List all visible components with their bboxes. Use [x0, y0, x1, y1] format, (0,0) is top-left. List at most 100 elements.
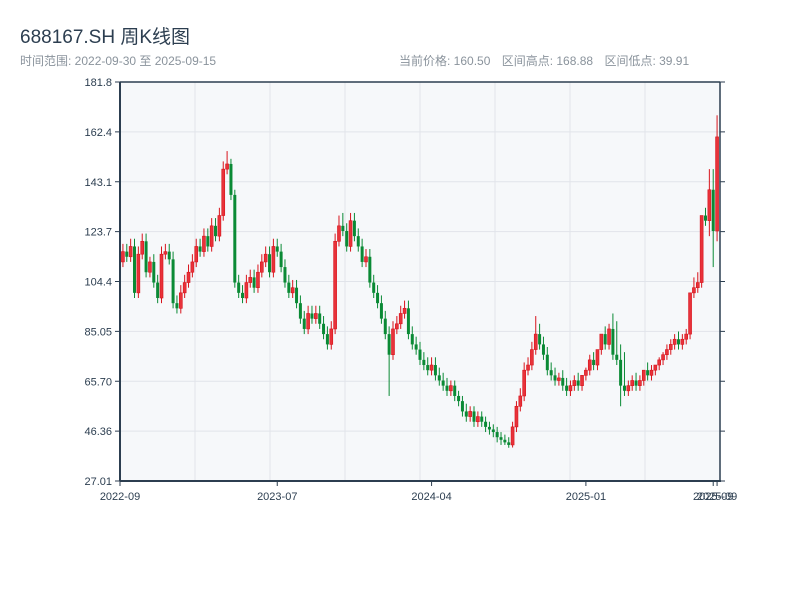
candle-down: [318, 313, 322, 324]
candle-up: [653, 364, 658, 371]
candle-up: [290, 287, 295, 294]
candle-up: [661, 354, 665, 361]
candle-down: [433, 365, 437, 376]
candle-up: [217, 215, 222, 237]
candle-down: [553, 375, 557, 381]
candle-up: [476, 416, 480, 423]
candle-down: [445, 385, 449, 391]
candle-down: [472, 411, 476, 422]
candle-down: [603, 334, 607, 345]
candle-down: [325, 334, 329, 345]
candle-up: [314, 313, 318, 319]
candle-up: [121, 251, 125, 263]
candle-down: [287, 282, 291, 293]
candle-down: [460, 401, 464, 412]
candle-down: [464, 411, 468, 417]
candle-up: [533, 333, 538, 350]
candlestick-chart: 181.8 162.4 143.1 123.7 104.4 85.05 65.70 46.36…: [84, 77, 737, 503]
candle-down: [503, 439, 507, 443]
candle-down: [487, 426, 491, 430]
x-tick-label: 2025-09: [697, 491, 737, 503]
candle-up: [584, 369, 588, 376]
candle-down: [356, 236, 360, 247]
y-tick-label: 162.4: [84, 127, 112, 139]
candle-down: [368, 256, 372, 283]
candle-down: [133, 246, 137, 293]
candle-down: [360, 246, 364, 262]
y-tick-label: 27.01: [84, 476, 112, 488]
y-tick-label: 46.36: [84, 426, 112, 438]
candle-up: [194, 246, 199, 263]
candle-up: [518, 395, 523, 407]
candle-down: [167, 251, 171, 260]
candle-up: [695, 282, 700, 288]
candle-down: [538, 334, 542, 345]
candle-down: [345, 230, 349, 247]
candle-down: [414, 344, 418, 350]
candle-down: [383, 318, 387, 335]
candle-up: [626, 385, 631, 392]
candle-down: [206, 236, 210, 247]
candle-up: [526, 364, 530, 371]
candle-down: [491, 429, 495, 433]
candle-up: [140, 241, 145, 255]
candle-down: [387, 334, 391, 355]
candle-up: [587, 359, 592, 371]
x-tick-label: 2025-01: [566, 491, 606, 503]
candle-down: [152, 261, 156, 283]
candle-up: [522, 369, 526, 397]
candle-down: [422, 359, 426, 366]
candle-down: [576, 380, 580, 386]
candle-up: [333, 241, 337, 330]
candle-down: [541, 344, 545, 355]
candle-up: [665, 349, 669, 356]
candle-down: [156, 282, 160, 299]
candle-up: [209, 225, 214, 247]
y-tick-label: 104.4: [84, 277, 112, 289]
candle-up: [186, 271, 191, 283]
candle-up: [429, 364, 434, 371]
candle-up: [329, 328, 334, 345]
candle-up: [449, 385, 453, 392]
candle-up: [680, 338, 685, 345]
candle-down: [144, 241, 148, 273]
candle-up: [630, 380, 634, 386]
candle-down: [453, 385, 457, 396]
candle-down: [592, 359, 596, 366]
candle-up: [221, 168, 226, 216]
candle-up: [699, 215, 704, 283]
candle-down: [418, 349, 422, 360]
candle-up: [715, 136, 719, 232]
candle-down: [175, 303, 179, 309]
candle-up: [568, 385, 573, 392]
candle-up: [692, 287, 696, 294]
candle-down: [545, 354, 549, 371]
candle-up: [688, 292, 692, 335]
x-tick-label: 2024-04: [411, 491, 451, 503]
candle-down: [406, 308, 410, 335]
candle-up: [260, 261, 264, 273]
y-tick-label: 143.1: [84, 177, 112, 189]
candle-down: [549, 370, 553, 376]
candle-down: [198, 246, 202, 252]
candle-down: [565, 385, 569, 391]
candle-down: [125, 251, 129, 257]
candle-down: [495, 432, 499, 438]
candle-down: [341, 225, 345, 231]
candle-down: [283, 267, 287, 283]
candle-down: [426, 365, 430, 371]
candle-up: [557, 377, 561, 381]
y-tick-label: 85.05: [84, 326, 112, 338]
candle-up: [202, 235, 206, 252]
candle-up: [136, 253, 141, 294]
candle-up: [510, 426, 515, 446]
candle-up: [649, 369, 654, 376]
candle-up: [391, 328, 395, 356]
candle-up: [530, 349, 534, 366]
candle-up: [657, 359, 662, 366]
candle-up: [395, 323, 399, 330]
candle-up: [668, 344, 673, 350]
candle-up: [148, 261, 152, 273]
candle-down: [615, 354, 619, 360]
candle-up: [398, 313, 403, 325]
